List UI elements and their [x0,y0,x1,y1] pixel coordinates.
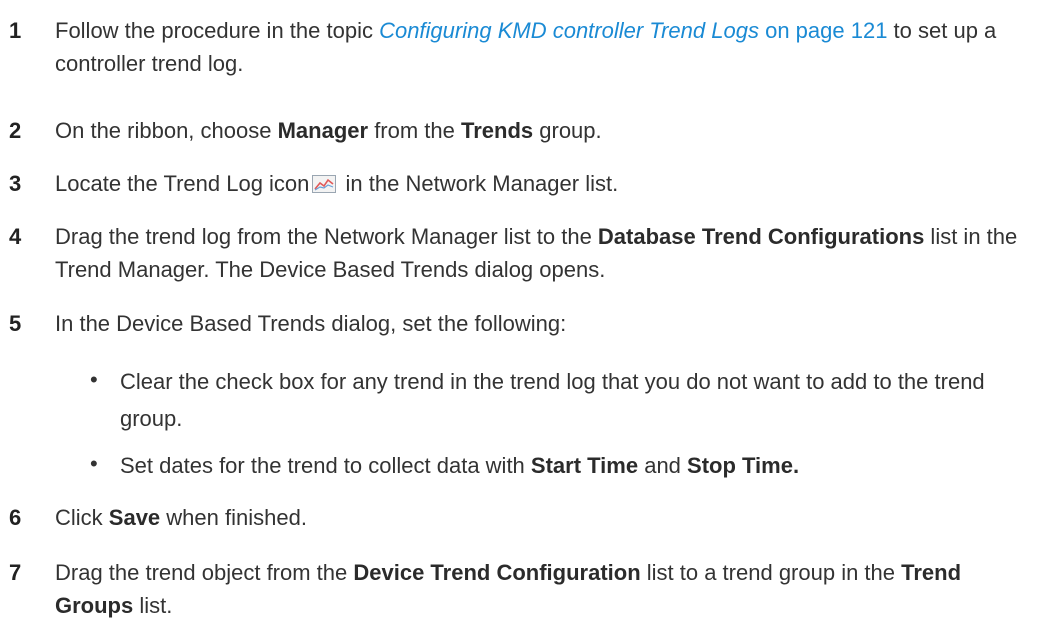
step-text-part: Locate the Trend Log icon [55,171,310,196]
bold-term: Save [108,505,161,530]
page-link[interactable]: on page 121 [759,18,887,43]
step-number: 4 [9,224,22,249]
step-text-part: and [638,453,688,478]
trend-log-icon [312,175,337,193]
step-number: 2 [9,118,22,143]
step-text-part: Set dates for the trend to collect data … [120,453,531,478]
step-text: Click Save when finished. [55,501,1045,534]
step-text: In the Device Based Trends dialog, set t… [55,307,1045,340]
step-text: Drag the trend object from the Device Tr… [55,556,1045,622]
bullet-text: Clear the check box for any trend in the… [120,369,985,431]
step-number: 1 [9,18,22,43]
bold-term: Manager [277,118,369,143]
step-text-part: group. [533,118,602,143]
bold-term: Stop Time. [687,453,800,478]
bold-term: Trends [461,118,534,143]
step-text-part: Drag the trend object from the [55,560,354,585]
step-text-part: Click [55,505,109,530]
bullet-text: Set dates for the trend to collect data … [120,447,1040,484]
bullet-dot: • [90,367,98,392]
step-text-part: in the Network Manager list. [339,171,619,196]
step-text: Drag the trend log from the Network Mana… [55,220,1045,286]
step-text: On the ribbon, choose Manager from the T… [55,114,1045,147]
step-text: Follow the procedure in the topic Config… [55,14,1045,80]
step-text: Locate the Trend Log icon in the Network… [55,167,1045,200]
bold-term: Start Time [530,453,639,478]
procedure-document: 1 Follow the procedure in the topic Conf… [0,0,1054,639]
step-text-part: Drag the trend log from the Network Mana… [55,224,598,249]
step-text-part: when finished. [160,505,307,530]
step-text-part: from the [368,118,461,143]
step-number: 7 [9,560,22,585]
bold-term: Database Trend Configurations [597,224,925,249]
bold-term: Device Trend Configuration [353,560,641,585]
step-number: 6 [9,505,22,530]
step-number: 5 [9,311,22,336]
step-text-part: Follow the procedure in the topic [55,18,380,43]
step-number: 3 [9,171,22,196]
step-text-part: On the ribbon, choose [55,118,278,143]
step-text-part: In the Device Based Trends dialog, set t… [55,311,567,336]
step-text-part: list to a trend group in the [640,560,902,585]
step-text-part: list. [133,593,173,618]
bullet-dot: • [90,451,98,476]
topic-link[interactable]: Configuring KMD controller Trend Logs [379,18,759,43]
